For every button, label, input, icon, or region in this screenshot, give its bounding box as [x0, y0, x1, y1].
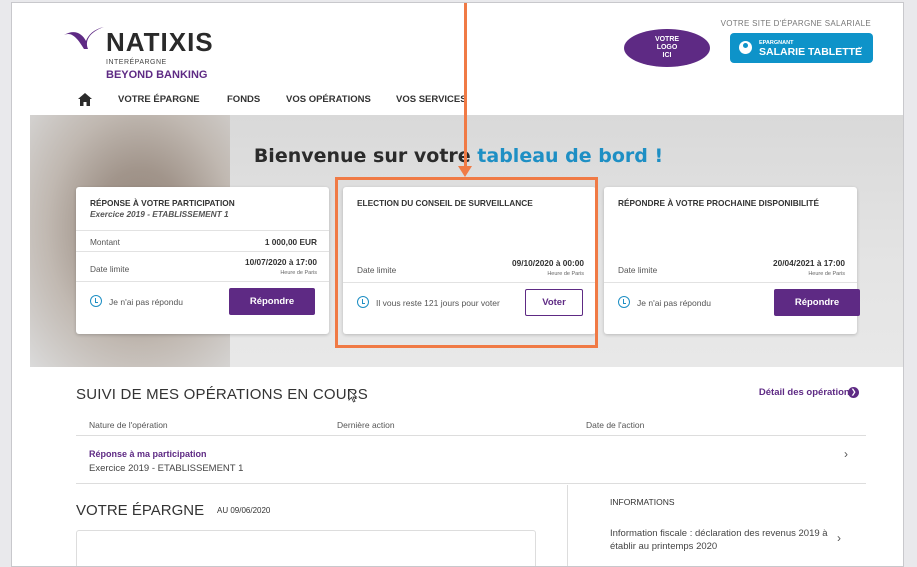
- respond-button[interactable]: Répondre: [229, 288, 315, 315]
- divider: [76, 435, 866, 436]
- divider: [76, 281, 329, 282]
- mouse-cursor-icon: [348, 389, 358, 403]
- operation-row-subtitle: Exercice 2019 - ETABLISSEMENT 1: [89, 463, 244, 474]
- amount-value: 1 000,00 EUR: [264, 237, 317, 247]
- deadline-value: 10/07/2020 à 17:00: [245, 257, 317, 267]
- home-icon[interactable]: [78, 93, 92, 106]
- alarm-clock-icon: [90, 295, 102, 307]
- alarm-clock-icon: [618, 296, 630, 308]
- nav-item-vos-operations[interactable]: VOS OPÉRATIONS: [286, 94, 371, 105]
- company-logo-placeholder: VOTRE LOGO ICI: [624, 29, 710, 67]
- annotation-highlight-box: [335, 177, 598, 348]
- operations-title: SUIVI DE MES OPÉRATIONS EN COURS: [76, 386, 369, 403]
- annotation-arrow-line: [464, 3, 467, 168]
- user-menu-button[interactable]: EPARGNANT SALARIE TABLETTE ⌄: [730, 33, 873, 63]
- main-nav: VOTRE ÉPARGNE FONDS VOS OPÉRATIONS VOS S…: [12, 87, 903, 113]
- card-subtitle: Exercice 2019 - ETABLISSEMENT 1: [90, 209, 229, 219]
- column-header-nature: Nature de l'opération: [89, 420, 168, 430]
- card-availability: RÉPONDRE À VOTRE PROCHAINE DISPONIBILITÉ…: [604, 187, 860, 334]
- divider: [76, 483, 866, 484]
- amount-label: Montant: [90, 237, 120, 247]
- hero-title-highlight: tableau de bord !: [477, 145, 664, 167]
- info-item-text[interactable]: Information fiscale : déclaration des re…: [610, 527, 838, 553]
- info-title: INFORMATIONS: [610, 497, 675, 507]
- column-header-action-date: Date de l'action: [586, 420, 645, 430]
- deadline-value: 20/04/2021 à 17:00: [773, 258, 845, 268]
- column-header-last-action: Dernière action: [337, 420, 395, 430]
- operation-row-name[interactable]: Réponse à ma participation: [89, 449, 207, 459]
- deadline-label: Date limite: [90, 264, 130, 274]
- card-title: RÉPONSE À VOTRE PARTICIPATION: [90, 198, 235, 208]
- card-participation: RÉPONSE À VOTRE PARTICIPATION Exercice 2…: [76, 187, 329, 334]
- timezone: Heure de Paris: [280, 270, 317, 276]
- hero-title-prefix: Bienvenue sur votre: [253, 145, 471, 167]
- nav-item-fonds[interactable]: FONDS: [227, 94, 260, 105]
- operations-detail-link[interactable]: Détail des opérations: [759, 387, 855, 398]
- chevron-right-icon[interactable]: ›: [844, 447, 848, 461]
- natixis-mark-icon: [64, 27, 104, 49]
- deadline-label: Date limite: [618, 265, 658, 275]
- brand-name: NATIXIS: [106, 27, 214, 57]
- browser-window: NATIXIS INTERÉPARGNE BEYOND BANKING VOTR…: [11, 2, 904, 567]
- nav-item-votre-epargne[interactable]: VOTRE ÉPARGNE: [118, 94, 200, 105]
- divider: [76, 230, 329, 231]
- savings-panel: [76, 530, 536, 566]
- user-icon: [739, 41, 752, 54]
- annotation-arrow-head: [458, 166, 472, 177]
- user-name: SALARIE TABLETTE: [759, 46, 863, 58]
- chevron-down-icon: ⌄: [856, 41, 864, 51]
- logo-line-3: ICI: [662, 52, 672, 59]
- nav-item-vos-services[interactable]: VOS SERVICES: [396, 94, 467, 105]
- card-status: Je n'ai pas répondu: [109, 297, 183, 307]
- arrow-right-circle-icon[interactable]: ❯: [848, 387, 859, 398]
- chevron-right-icon[interactable]: ›: [837, 531, 841, 545]
- respond-button[interactable]: Répondre: [774, 289, 860, 316]
- savings-title: VOTRE ÉPARGNE: [76, 502, 205, 519]
- logo-line-1: VOTRE: [654, 36, 680, 43]
- brand-tagline: BEYOND BANKING: [106, 69, 208, 81]
- timezone: Heure de Paris: [808, 271, 845, 277]
- logo-line-2: LOGO: [656, 44, 678, 51]
- natixis-logo[interactable]: NATIXIS INTERÉPARGNE BEYOND BANKING: [62, 21, 232, 81]
- divider: [76, 251, 329, 252]
- brand-subtitle: INTERÉPARGNE: [106, 59, 167, 66]
- amount-row: Montant 1 000,00 EUR: [90, 237, 317, 247]
- site-label: VOTRE SITE D'ÉPARGNE SALARIALE: [720, 19, 871, 28]
- hero-title: Bienvenue sur votre tableau de bord !: [12, 145, 903, 167]
- divider: [604, 282, 857, 283]
- card-status: Je n'ai pas répondu: [637, 298, 711, 308]
- card-title: RÉPONDRE À VOTRE PROCHAINE DISPONIBILITÉ: [618, 198, 819, 208]
- savings-date: AU 09/06/2020: [217, 506, 271, 515]
